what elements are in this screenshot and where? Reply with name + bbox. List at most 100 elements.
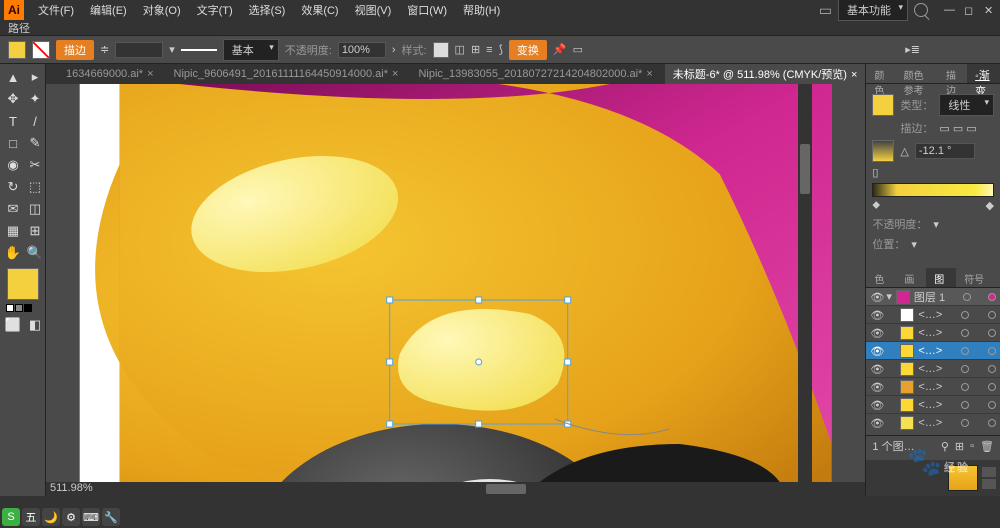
stroke-preview[interactable] [181, 49, 217, 51]
menu-window[interactable]: 窗口(W) [399, 0, 455, 20]
tray-icon-2[interactable]: ⚙ [62, 508, 80, 526]
layer-row[interactable]: 👁<…> [866, 306, 1000, 324]
screen-mode-icon[interactable]: ⬜ [2, 314, 24, 336]
perspective-tool[interactable]: ✉ [2, 198, 24, 220]
panel-tab-gradient[interactable]: ◦渐变 [967, 64, 1000, 83]
prefs-icon[interactable]: ⊞ [471, 43, 480, 56]
layer-row[interactable]: 👁<…> [866, 378, 1000, 396]
free-transform-tool[interactable]: ⬚ [24, 176, 46, 198]
line-tool[interactable]: / [24, 110, 46, 132]
zoom-tool[interactable]: 🔍 [24, 242, 46, 264]
vertical-scrollbar[interactable] [798, 84, 812, 482]
thumb-option-icon[interactable] [982, 467, 996, 477]
target-icon[interactable] [963, 293, 971, 301]
caret-down-icon[interactable]: ≑ [100, 43, 109, 56]
doc-tab-2[interactable]: Nipic_9606491_20161111164450914000.ai*× [166, 66, 407, 82]
lasso-tool[interactable]: ✦ [24, 88, 46, 110]
ime-label[interactable]: 五 [22, 508, 40, 526]
scissors-tool[interactable]: ✂ [24, 154, 46, 176]
menu-help[interactable]: 帮助(H) [455, 0, 508, 20]
visibility-icon[interactable]: 👁 [870, 417, 882, 429]
layer-row[interactable]: 👁<…> [866, 414, 1000, 431]
tray-icon-3[interactable]: ⌨ [82, 508, 100, 526]
doc-tab-3[interactable]: Nipic_13983055_20180727214204802000.ai*× [410, 66, 660, 82]
minimize-icon[interactable]: — [944, 4, 956, 16]
canvas[interactable] [46, 84, 865, 482]
change-screen-icon[interactable]: ◧ [24, 314, 46, 336]
visibility-icon[interactable]: 👁 [870, 345, 882, 357]
close-icon[interactable]: ✕ [984, 4, 996, 16]
target-icon[interactable] [961, 383, 969, 391]
opacity-input[interactable] [338, 42, 386, 58]
direct-selection-tool[interactable]: ▸ [24, 66, 46, 88]
pencil-tool[interactable]: ✎ [24, 132, 46, 154]
transform-link[interactable]: 变换 [509, 40, 547, 60]
target-icon[interactable] [961, 419, 969, 427]
menu-select[interactable]: 选择(S) [241, 0, 294, 20]
menu-view[interactable]: 视图(V) [347, 0, 400, 20]
menu-edit[interactable]: 编辑(E) [82, 0, 135, 20]
stroke-weight-input[interactable] [115, 42, 163, 58]
style-swatch[interactable] [433, 42, 449, 58]
color-mode-swatches[interactable] [6, 304, 39, 312]
panel-tab-guide[interactable]: 颜色参考 [896, 64, 938, 83]
visibility-icon[interactable]: 👁 [870, 363, 882, 375]
hand-tool[interactable]: ✋ [2, 242, 24, 264]
gradient-slider[interactable] [872, 183, 994, 197]
doc-tab-1[interactable]: 1634669000.ai*× [58, 66, 162, 82]
visibility-icon[interactable]: 👁 [870, 291, 882, 303]
visibility-icon[interactable]: 👁 [870, 381, 882, 393]
rectangle-tool[interactable]: □ [2, 132, 24, 154]
visibility-icon[interactable]: 👁 [870, 327, 882, 339]
target-icon[interactable] [961, 329, 969, 337]
panel-tab-brushes[interactable]: 画笔 [896, 268, 926, 287]
menu-file[interactable]: 文件(F) [30, 0, 82, 20]
artboard-thumb[interactable] [948, 465, 978, 491]
pin-icon[interactable]: 📌 [553, 43, 567, 56]
panel-tab-layers[interactable]: 图层 [926, 268, 956, 287]
frame-icon[interactable]: ▭ [819, 2, 832, 19]
doc-tab-4[interactable]: 未标题-6* @ 511.98% (CMYK/预览)× [665, 64, 866, 84]
fill-stroke-indicator[interactable] [7, 268, 39, 300]
stroke-option-icon[interactable]: ▭ ▭ ▭ [939, 122, 976, 135]
target-icon[interactable] [961, 401, 969, 409]
doc-setup-icon[interactable]: ◫ [455, 43, 465, 56]
menu-effect[interactable]: 效果(C) [293, 0, 346, 20]
panel-tab-swatches[interactable]: 色板 [866, 268, 896, 287]
magic-wand-tool[interactable]: ✥ [2, 88, 24, 110]
workspace-dropdown[interactable]: 基本功能 [838, 0, 908, 21]
layer-row[interactable]: 👁<…> [866, 342, 1000, 360]
profile-dropdown[interactable]: 基本 [223, 39, 279, 61]
target-icon[interactable] [961, 347, 969, 355]
stroke-link[interactable]: 描边 [56, 40, 94, 60]
maximize-icon[interactable]: ◻ [964, 4, 976, 16]
layer-row[interactable]: 👁<…> [866, 324, 1000, 342]
gradient-swatch[interactable] [872, 94, 894, 116]
stroke-swatch[interactable] [32, 41, 50, 59]
panel-tab-color[interactable]: 颜色 [866, 64, 895, 83]
panel-tab-symbols[interactable]: 符号色块 [956, 268, 1000, 287]
gradient-type-dropdown[interactable]: 线性 [939, 94, 994, 116]
delete-layer-icon[interactable]: 🗑 [980, 440, 994, 453]
path-icon[interactable]: ⟆ [499, 43, 503, 56]
layer-parent[interactable]: 👁 ▾ 图层 1 [866, 288, 1000, 306]
tray-icon-1[interactable]: 🌙 [42, 508, 60, 526]
target-icon[interactable] [961, 365, 969, 373]
layer-row[interactable]: 👁<…> [866, 360, 1000, 378]
locate-layer-icon[interactable]: ⚲ [941, 440, 949, 453]
isolate-icon[interactable]: ▭ [573, 43, 583, 56]
visibility-icon[interactable]: 👁 [870, 309, 882, 321]
horizontal-scrollbar[interactable]: 511.98% [46, 482, 865, 496]
rotate-tool[interactable]: ◉ [2, 154, 24, 176]
eyedropper-tool[interactable]: ⊞ [24, 220, 46, 242]
fill-swatch[interactable] [8, 41, 26, 59]
search-icon[interactable] [914, 3, 928, 17]
align-icon[interactable]: ≡ [486, 44, 492, 56]
gradient-preview-swatch[interactable] [872, 140, 894, 162]
gradient-tool[interactable]: ▦ [2, 220, 24, 242]
target-icon[interactable] [961, 311, 969, 319]
panel-tab-stroke[interactable]: 描边 [938, 64, 967, 83]
aspect-icon[interactable]: ▯ [872, 166, 878, 179]
menu-type[interactable]: 文字(T) [189, 0, 241, 20]
reshape-tool[interactable]: ↻ [2, 176, 24, 198]
